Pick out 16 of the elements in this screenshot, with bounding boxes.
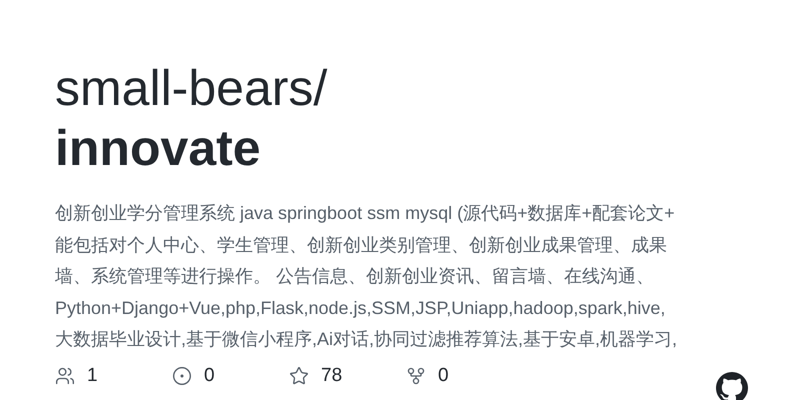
repo-name: innovate — [55, 119, 262, 178]
circle-dot-icon — [172, 366, 192, 386]
stat-count: 0 — [204, 364, 215, 388]
fork-icon — [406, 366, 426, 386]
description-line: 大数据毕业设计,基于微信小程序,Ai对话,协同过滤推荐算法,基于安卓,机器学习, — [55, 328, 678, 351]
stat-count: 78 — [321, 364, 342, 388]
github-logo-icon — [716, 372, 748, 400]
repo-owner: small-bears/ — [55, 59, 328, 118]
stat-count: 1 — [87, 364, 98, 388]
description-line: 创新创业学分管理系统 java springboot ssm mysql (源代码+数据库+配套论文+ — [55, 202, 675, 225]
star-icon — [289, 366, 309, 386]
description-line: 能包括对个人中心、学生管理、创新创业类别管理、创新创业成果管理、成果 — [55, 234, 667, 256]
description-line: 墙、系统管理等进行操作。 公告信息、创新创业资讯、留言墙、在线沟通、 — [55, 265, 654, 288]
stat-count: 0 — [438, 364, 449, 388]
people-icon — [55, 366, 75, 386]
description-line: Python+Django+Vue,php,Flask,node.js,SSM,JSP,Uniapp,hadoop,spark,hive, — [55, 296, 666, 320]
